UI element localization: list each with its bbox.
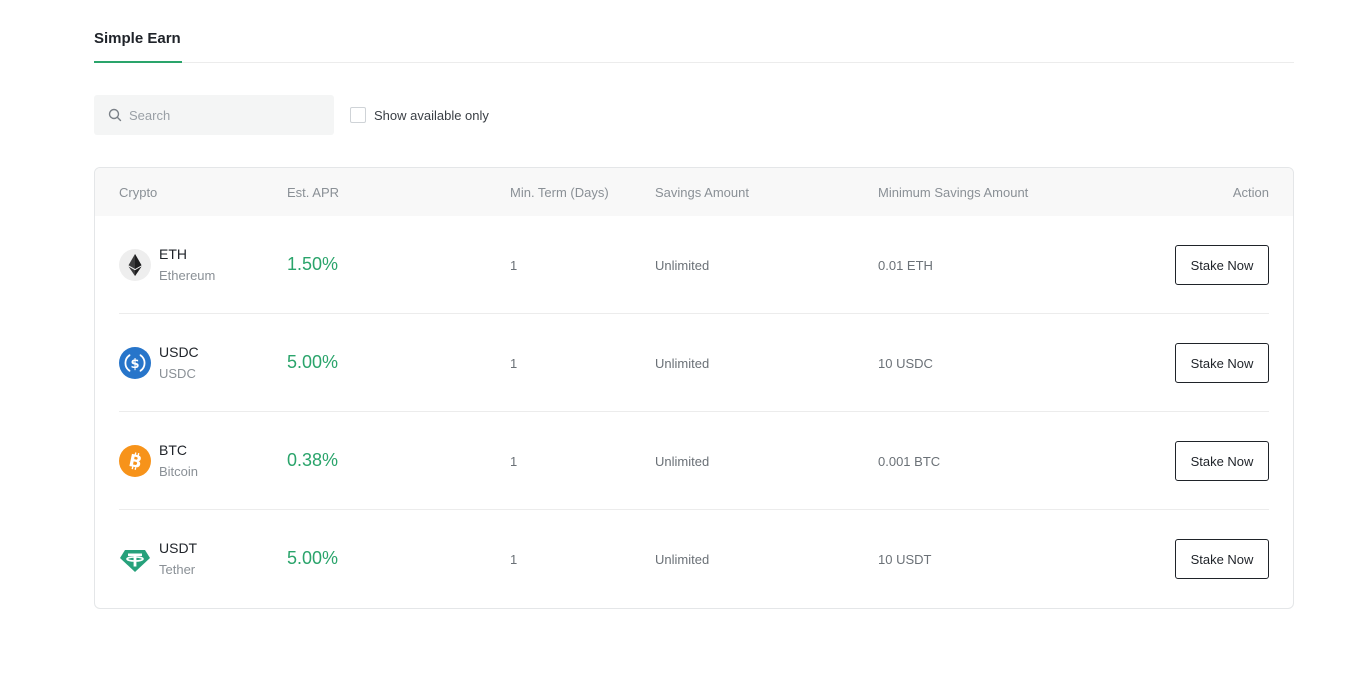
est-apr: 0.38% — [287, 450, 339, 470]
svg-text:$: $ — [130, 357, 139, 372]
min-term: 1 — [510, 356, 518, 371]
stake-now-button[interactable]: Stake Now — [1175, 343, 1269, 383]
min-term: 1 — [510, 454, 518, 469]
show-available-label: Show available only — [374, 107, 489, 123]
minimum-savings-amount: 0.001 BTC — [878, 454, 941, 469]
coin-symbol: USDT — [159, 540, 198, 556]
tab-simple-earn[interactable]: Simple Earn — [94, 30, 181, 63]
savings-amount: Unlimited — [655, 356, 710, 371]
earn-products-table: Crypto Est. APR Min. Term (Days) Savings… — [94, 167, 1294, 609]
header-min-term: Min. Term (Days) — [510, 185, 609, 200]
savings-amount: Unlimited — [655, 552, 710, 567]
table-row: B BTC Bitcoin 0.38% 1 Unlimited 0.001 BT… — [119, 412, 1269, 510]
search-icon — [108, 108, 122, 122]
coin-name: Ethereum — [159, 268, 216, 283]
minimum-savings-amount: 10 USDT — [878, 552, 932, 567]
stake-now-button[interactable]: Stake Now — [1175, 245, 1269, 285]
header-action: Action — [1232, 185, 1269, 200]
stake-now-button[interactable]: Stake Now — [1175, 539, 1269, 579]
coin-symbol: ETH — [159, 246, 187, 262]
min-term: 1 — [510, 552, 518, 567]
minimum-savings-amount: 10 USDC — [878, 356, 933, 371]
coin-symbol: USDC — [159, 344, 199, 360]
search-box[interactable] — [94, 95, 334, 135]
min-term: 1 — [510, 258, 518, 273]
minimum-savings-amount: 0.01 ETH — [878, 258, 933, 273]
active-tab-indicator — [94, 61, 182, 63]
coin-name: Bitcoin — [159, 464, 199, 479]
savings-amount: Unlimited — [655, 258, 710, 273]
table-row: ETH Ethereum 1.50% 1 Unlimited 0.01 ETH … — [119, 216, 1269, 314]
simple-earn-page: Simple Earn Show available only Crypto E… — [0, 0, 1370, 682]
est-apr: 1.50% — [287, 254, 339, 274]
table-row: USDT Tether 5.00% 1 Unlimited 10 USDT St… — [119, 510, 1269, 608]
bitcoin-icon: B — [119, 445, 151, 477]
coin-name: Tether — [159, 562, 196, 577]
search-input[interactable] — [129, 107, 309, 123]
tether-icon — [120, 550, 150, 572]
header-savings-amount: Savings Amount — [655, 185, 749, 200]
usdc-icon: $ — [119, 347, 151, 379]
tab-bar: Simple Earn — [94, 0, 1294, 63]
coin-symbol: BTC — [159, 442, 187, 458]
savings-amount: Unlimited — [655, 454, 710, 469]
header-crypto: Crypto — [119, 185, 158, 200]
show-available-checkbox[interactable] — [350, 107, 366, 123]
stake-now-button[interactable]: Stake Now — [1175, 441, 1269, 481]
coin-name: USDC — [159, 366, 196, 381]
header-minimum-savings: Minimum Savings Amount — [878, 185, 1029, 200]
ethereum-icon — [119, 249, 151, 281]
show-available-filter[interactable]: Show available only — [350, 107, 489, 123]
table-row: $ USDC USDC 5.00% 1 Unlimited 10 USDC St… — [119, 314, 1269, 412]
header-apr: Est. APR — [287, 185, 340, 200]
table-header: Crypto Est. APR Min. Term (Days) Savings… — [95, 168, 1293, 216]
est-apr: 5.00% — [287, 548, 339, 568]
est-apr: 5.00% — [287, 352, 339, 372]
